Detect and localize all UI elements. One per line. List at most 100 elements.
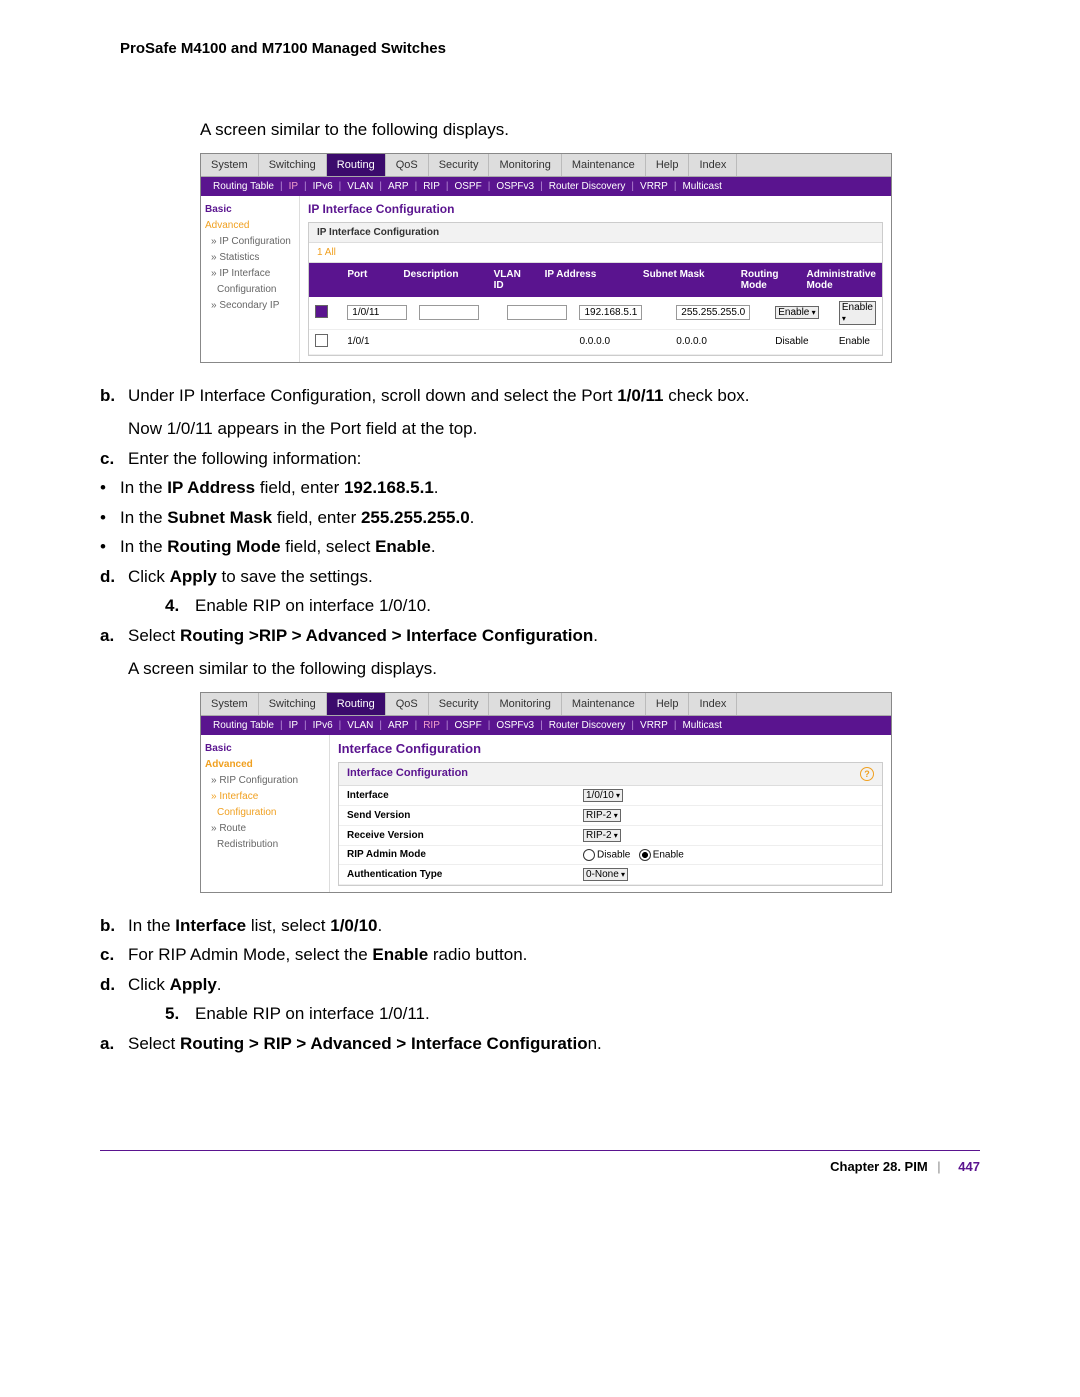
tab-monitoring[interactable]: Monitoring xyxy=(489,154,561,176)
row-checkbox[interactable] xyxy=(315,305,328,318)
sidebar-interface[interactable]: » Interface xyxy=(211,789,325,805)
interface-select[interactable]: 1/0/10 xyxy=(583,789,623,802)
amode-cell: Enable xyxy=(833,329,882,354)
subtab-ip[interactable]: IP xyxy=(289,181,298,192)
subtab-arp[interactable]: ARP xyxy=(388,181,409,192)
help-icon[interactable]: ? xyxy=(860,767,874,781)
port-field[interactable]: 1/0/11 xyxy=(347,305,407,320)
subtab[interactable]: OSPF xyxy=(454,720,481,731)
send-version-select[interactable]: RIP-2 xyxy=(583,809,621,822)
vlan-field[interactable] xyxy=(507,305,567,320)
mask-cell: 0.0.0.0 xyxy=(670,329,769,354)
sidebar-advanced[interactable]: Advanced xyxy=(205,757,325,773)
sidebar-ip-interface-conf[interactable]: Configuration xyxy=(217,282,295,298)
receive-version-select[interactable]: RIP-2 xyxy=(583,829,621,842)
step-letter: a. xyxy=(100,1031,128,1057)
sidebar: Basic Advanced » RIP Configuration » Int… xyxy=(201,735,330,892)
sidebar-advanced[interactable]: Advanced xyxy=(205,218,295,234)
tab-security[interactable]: Security xyxy=(429,154,490,176)
subtab-ipv6[interactable]: IPv6 xyxy=(313,181,333,192)
step-text: Click Apply. xyxy=(128,972,222,998)
subtab-vlan[interactable]: VLAN xyxy=(347,181,373,192)
tab-switching[interactable]: Switching xyxy=(259,154,327,176)
tab-routing[interactable]: Routing xyxy=(327,693,386,715)
table-header: Port Description VLAN ID IP Address Subn… xyxy=(309,263,882,297)
step-number: 4. xyxy=(165,593,195,619)
subtab[interactable]: OSPFv3 xyxy=(496,720,534,731)
subtab-router-discovery[interactable]: Router Discovery xyxy=(549,181,626,192)
bullet-icon: • xyxy=(100,534,120,560)
subtab[interactable]: VRRP xyxy=(640,720,668,731)
sidebar-basic[interactable]: Basic xyxy=(205,741,325,757)
description-field[interactable] xyxy=(419,305,479,320)
tab-maintenance[interactable]: Maintenance xyxy=(562,693,646,715)
tab-system[interactable]: System xyxy=(201,693,259,715)
screenshot-ip-interface: System Switching Routing QoS Security Mo… xyxy=(200,153,892,363)
sidebar-interface-conf[interactable]: Configuration xyxy=(217,805,325,821)
step-letter: b. xyxy=(100,383,128,442)
subtab[interactable]: Router Discovery xyxy=(549,720,626,731)
table-row: 1/0/11 192.168.5.1 255.255.255.0 Enable … xyxy=(309,297,882,330)
sidebar-ip-interface[interactable]: » IP Interface xyxy=(211,266,295,282)
subtab-routing-table[interactable]: Routing Table xyxy=(213,181,274,192)
subtab-rip[interactable]: RIP xyxy=(423,720,440,731)
step-text: For RIP Admin Mode, select the Enable ra… xyxy=(128,942,527,968)
page-header: ProSafe M4100 and M7100 Managed Switches xyxy=(120,40,980,57)
radio-enable[interactable] xyxy=(639,849,651,861)
subtab-vrrp[interactable]: VRRP xyxy=(640,181,668,192)
admin-mode-select[interactable]: Enable xyxy=(839,301,876,325)
subtab[interactable]: VLAN xyxy=(347,720,373,731)
sidebar: Basic Advanced » IP Configuration » Stat… xyxy=(201,196,300,362)
subtab-ospfv3[interactable]: OSPFv3 xyxy=(496,181,534,192)
sidebar-route[interactable]: » Route xyxy=(211,821,325,837)
bullet-text: In the Routing Mode field, select Enable… xyxy=(120,534,436,560)
routing-mode-select[interactable]: Enable xyxy=(775,306,818,319)
sidebar-rip-conf[interactable]: » RIP Configuration xyxy=(211,773,325,789)
sidebar-secondary-ip[interactable]: » Secondary IP xyxy=(211,298,295,314)
tab-system[interactable]: System xyxy=(201,154,259,176)
label-auth-type: Authentication Type xyxy=(339,864,575,884)
sidebar-basic[interactable]: Basic xyxy=(205,202,295,218)
tab-index[interactable]: Index xyxy=(689,693,737,715)
filter-all[interactable]: 1 All xyxy=(309,243,882,263)
port-cell: 1/0/1 xyxy=(341,329,413,354)
radio-disable[interactable] xyxy=(583,849,595,861)
page-footer: Chapter 28. PIM | 447 xyxy=(100,1150,980,1174)
subtab[interactable]: Multicast xyxy=(682,720,721,731)
subtab-ospf[interactable]: OSPF xyxy=(454,181,481,192)
auth-type-select[interactable]: 0-None xyxy=(583,868,628,881)
sidebar-redistribution[interactable]: Redistribution xyxy=(217,837,325,853)
label-send-version: Send Version xyxy=(339,805,575,825)
tab-security[interactable]: Security xyxy=(429,693,490,715)
ip-address-field[interactable]: 192.168.5.1 xyxy=(579,305,642,320)
step-letter: d. xyxy=(100,972,128,998)
tab-monitoring[interactable]: Monitoring xyxy=(489,693,561,715)
step-text: Enable RIP on interface 1/0/11. xyxy=(195,1001,430,1027)
step-text: Enable RIP on interface 1/0/10. xyxy=(195,593,431,619)
sub-tabs: Routing Table| IP| IPv6| VLAN| ARP| RIP|… xyxy=(201,177,891,196)
sidebar-ip-configuration[interactable]: » IP Configuration xyxy=(211,234,295,250)
step-letter: d. xyxy=(100,564,128,590)
tab-help[interactable]: Help xyxy=(646,154,690,176)
subnet-mask-field[interactable]: 255.255.255.0 xyxy=(676,305,750,320)
subtab[interactable]: Routing Table xyxy=(213,720,274,731)
sub-tabs: Routing Table| IP| IPv6| VLAN| ARP| RIP|… xyxy=(201,716,891,735)
subtab-multicast[interactable]: Multicast xyxy=(682,181,721,192)
subtab[interactable]: ARP xyxy=(388,720,409,731)
step-letter: c. xyxy=(100,942,128,968)
tab-qos[interactable]: QoS xyxy=(386,154,429,176)
tab-help[interactable]: Help xyxy=(646,693,690,715)
tab-qos[interactable]: QoS xyxy=(386,693,429,715)
bullet-text: In the Subnet Mask field, enter 255.255.… xyxy=(120,505,474,531)
sidebar-statistics[interactable]: » Statistics xyxy=(211,250,295,266)
main-tabs: System Switching Routing QoS Security Mo… xyxy=(201,693,891,716)
subtab-rip[interactable]: RIP xyxy=(423,181,440,192)
step-letter: c. xyxy=(100,446,128,472)
subtab[interactable]: IP xyxy=(289,720,298,731)
subtab[interactable]: IPv6 xyxy=(313,720,333,731)
row-checkbox[interactable] xyxy=(315,334,328,347)
tab-maintenance[interactable]: Maintenance xyxy=(562,154,646,176)
tab-switching[interactable]: Switching xyxy=(259,693,327,715)
tab-routing[interactable]: Routing xyxy=(327,154,386,176)
tab-index[interactable]: Index xyxy=(689,154,737,176)
